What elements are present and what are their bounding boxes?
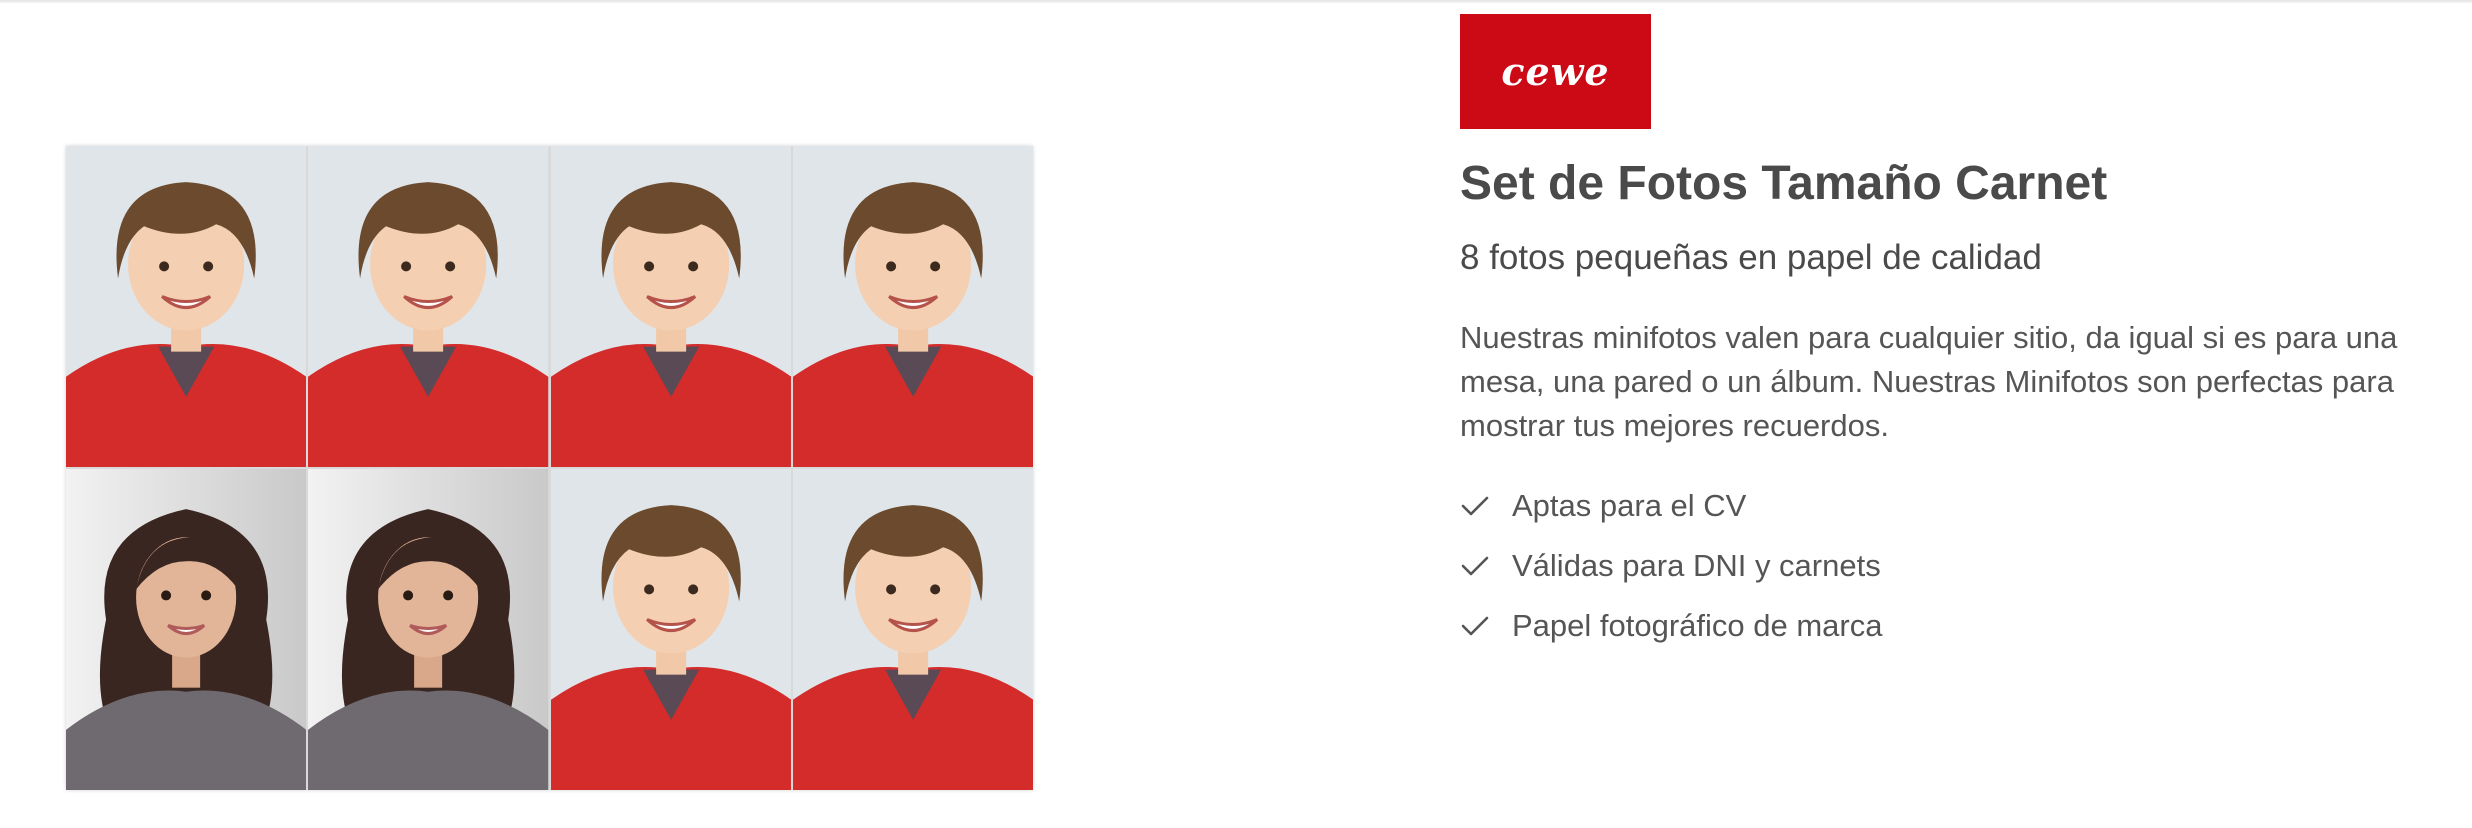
passport-photo-sheet-image xyxy=(66,146,1033,790)
check-icon xyxy=(1461,616,1489,636)
feature-list: Aptas para el CV Válidas para DNI y carn… xyxy=(1460,476,1883,656)
check-icon xyxy=(1461,496,1489,516)
feature-item: Aptas para el CV xyxy=(1460,476,1883,536)
girl-passport-photo xyxy=(308,469,549,790)
boy-passport-photo xyxy=(66,146,307,467)
feature-label: Papel fotográfico de marca xyxy=(1512,608,1883,643)
product-title: Set de Fotos Tamaño Carnet xyxy=(1460,157,2108,210)
feature-item: Papel fotográfico de marca xyxy=(1460,596,1883,656)
product-subtitle: 8 fotos pequeñas en papel de calidad xyxy=(1460,238,2042,277)
boy-passport-photo xyxy=(550,469,791,790)
boy-passport-photo xyxy=(792,469,1033,790)
feature-item: Válidas para DNI y carnets xyxy=(1460,536,1883,596)
check-icon xyxy=(1461,556,1489,576)
feature-label: Válidas para DNI y carnets xyxy=(1512,548,1881,583)
product-description: Nuestras minifotos valen para cualquier … xyxy=(1460,320,2398,443)
top-divider xyxy=(0,0,2472,3)
cewe-logo: cewe xyxy=(1460,14,1651,129)
girl-passport-photo xyxy=(66,469,307,790)
feature-label: Aptas para el CV xyxy=(1512,488,1747,523)
boy-passport-photo xyxy=(550,146,791,467)
boy-passport-photo xyxy=(792,146,1033,467)
logo-wordmark: cewe xyxy=(1501,49,1610,94)
boy-passport-photo xyxy=(308,146,549,467)
